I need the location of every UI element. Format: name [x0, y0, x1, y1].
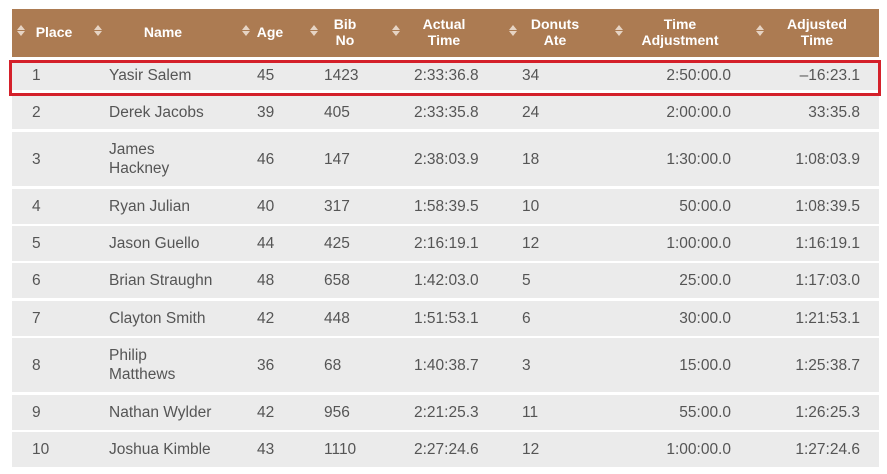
cell-adjusted: 1:25:38.7 [795, 356, 860, 374]
cell-age: 46 [257, 150, 275, 168]
cell-bib: 956 [324, 404, 350, 421]
cell-name: Yasir Salem [109, 67, 192, 84]
cell-adjusted: 1:26:25.3 [795, 404, 860, 421]
cell-name: Ryan Julian [109, 198, 190, 215]
cell-adjust: 25:00.0 [679, 272, 731, 289]
column-header-adjusted[interactable]: Adjusted Time [12, 9, 879, 57]
cell-bib: 425 [324, 235, 350, 252]
cell-bib: 405 [324, 103, 350, 121]
cell-donuts: 5 [522, 272, 531, 289]
cell-place: 9 [32, 404, 41, 421]
cell-adjusted: 33:35.8 [808, 103, 860, 121]
cell-place: 10 [32, 441, 50, 458]
cell-place: 4 [32, 198, 41, 215]
cell-bib: 1423 [324, 67, 359, 84]
cell-adjust: 2:00:00.0 [666, 103, 731, 121]
cell-donuts: 3 [522, 356, 531, 374]
cell-donuts: 12 [522, 235, 540, 252]
cell-adjusted: 1:17:03.0 [795, 272, 860, 289]
cell-age: 39 [257, 103, 275, 121]
cell-adjusted: –16:23.1 [799, 67, 860, 84]
cell-place: 1 [32, 67, 41, 84]
results-table: Place Name Age Bib No Actual Time Donuts Ate T… [0, 0, 887, 474]
cell-adjusted: 1:08:39.5 [795, 198, 860, 215]
table-row[interactable]: 8 Philip Matthews 36 68 1:40:38.7 3 15:00.0 1:2… [12, 338, 879, 392]
cell-bib: 1110 [324, 441, 357, 458]
table-row[interactable]: 7 Clayton Smith 42 448 1:51:53.1 6 30:00.0 1:21… [12, 301, 879, 336]
cell-place: 3 [32, 150, 41, 168]
cell-name: Joshua Kimble [109, 441, 211, 458]
cell-donuts: 18 [522, 150, 540, 168]
cell-adjusted: 1:16:19.1 [795, 235, 860, 252]
cell-bib: 658 [324, 272, 350, 289]
cell-actual: 1:42:03.0 [414, 272, 479, 289]
cell-donuts: 10 [522, 198, 540, 215]
cell-place: 7 [32, 310, 41, 327]
cell-adjusted: 1:08:03.9 [795, 150, 860, 168]
table-row[interactable]: 9 Nathan Wylder 42 956 2:21:25.3 11 55:00.0 1:2… [12, 395, 879, 430]
cell-bib: 448 [324, 310, 350, 327]
cell-name: Jason Guello [109, 235, 200, 252]
table-row[interactable]: 2 Derek Jacobs 39 405 2:33:35.8 24 2:00:00.0 33… [12, 95, 879, 129]
cell-age: 42 [257, 404, 275, 421]
cell-age: 40 [257, 198, 275, 215]
cell-name: James Hackney [109, 141, 170, 177]
cell-name: Derek Jacobs [109, 103, 204, 121]
cell-name: Philip Matthews [109, 347, 176, 383]
cell-donuts: 34 [522, 67, 540, 84]
cell-adjusted: 1:21:53.1 [795, 310, 860, 327]
table-row[interactable]: 6 Brian Straughn 48 658 1:42:03.0 5 25:00.0 1:1… [12, 263, 879, 298]
cell-name: Nathan Wylder [109, 404, 212, 421]
cell-donuts: 24 [522, 103, 540, 121]
cell-bib: 147 [324, 150, 350, 168]
cell-adjust: 30:00.0 [679, 310, 731, 327]
cell-age: 42 [257, 310, 275, 327]
cell-age: 36 [257, 356, 275, 374]
cell-actual: 1:58:39.5 [414, 198, 479, 215]
cell-place: 8 [32, 356, 41, 374]
cell-bib: 68 [324, 356, 342, 374]
cell-actual: 2:33:35.8 [414, 103, 479, 121]
cell-adjust: 15:00.0 [679, 356, 731, 374]
cell-place: 6 [32, 272, 41, 289]
cell-bib: 317 [324, 198, 350, 215]
cell-actual: 1:51:53.1 [414, 310, 479, 327]
cell-age: 44 [257, 235, 275, 252]
cell-donuts: 6 [522, 310, 531, 327]
cell-adjust: 55:00.0 [679, 404, 731, 421]
cell-actual: 2:27:24.6 [414, 441, 479, 458]
table-header: Place Name Age Bib No Actual Time Donuts Ate T… [12, 9, 879, 57]
table-row[interactable]: 5 Jason Guello 44 425 2:16:19.1 12 1:00:00.0 1:… [12, 226, 879, 261]
cell-actual: 2:21:25.3 [414, 404, 479, 421]
cell-adjusted: 1:27:24.6 [795, 441, 860, 458]
cell-adjust: 2:50:00.0 [666, 67, 731, 84]
cell-actual: 2:16:19.1 [414, 235, 479, 252]
cell-donuts: 12 [522, 441, 540, 458]
table-row[interactable]: 10 Joshua Kimble 43 1110 2:27:24.6 12 1:00:00.… [12, 432, 879, 467]
cell-age: 45 [257, 67, 275, 84]
table-row[interactable]: 3 James Hackney 46 147 2:38:03.9 18 1:30:00.0 1… [12, 132, 879, 186]
cell-actual: 2:33:36.8 [414, 67, 479, 84]
cell-place: 5 [32, 235, 41, 252]
cell-place: 2 [32, 103, 41, 121]
table-row[interactable]: 4 Ryan Julian 40 317 1:58:39.5 10 50:00.0 1:08:… [12, 189, 879, 224]
cell-actual: 1:40:38.7 [414, 356, 479, 374]
column-label-adjusted: Adjusted Time [787, 16, 847, 48]
cell-age: 48 [257, 272, 275, 289]
cell-adjust: 1:00:00.0 [666, 235, 731, 252]
sort-updown-icon[interactable] [756, 25, 764, 36]
cell-adjust: 50:00.0 [679, 198, 731, 215]
cell-age: 43 [257, 441, 275, 458]
cell-donuts: 11 [522, 404, 539, 421]
cell-actual: 2:38:03.9 [414, 150, 479, 168]
cell-name: Brian Straughn [109, 272, 213, 289]
table-row[interactable]: 1 Yasir Salem 45 1423 2:33:36.8 34 2:50:00.0 –1… [12, 61, 879, 90]
cell-name: Clayton Smith [109, 310, 206, 327]
cell-adjust: 1:30:00.0 [666, 150, 731, 168]
cell-adjust: 1:00:00.0 [666, 441, 731, 458]
